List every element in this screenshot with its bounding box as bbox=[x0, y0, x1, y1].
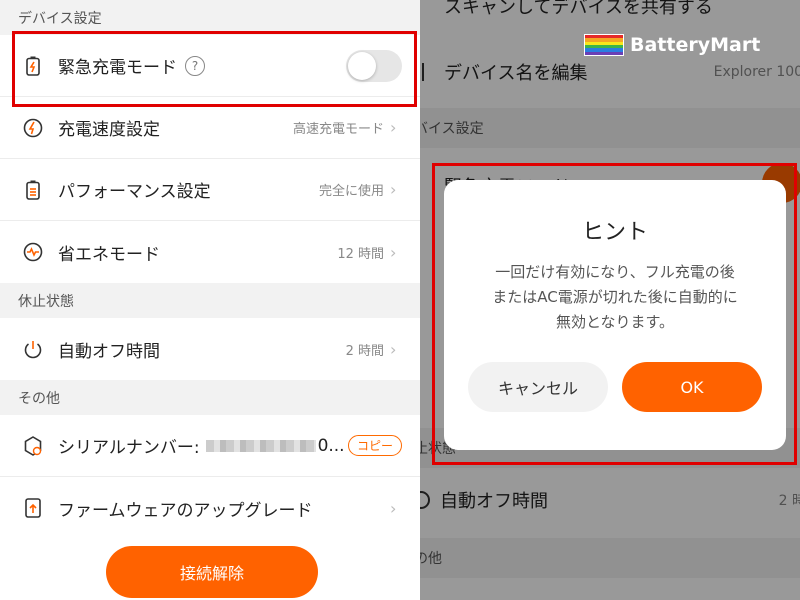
eco-mode-label: 省エネモード bbox=[58, 244, 160, 265]
rainbow-flag-icon bbox=[584, 34, 624, 56]
serial-number-suffix: 0... bbox=[317, 435, 345, 456]
charge-speed-label: 充電速度設定 bbox=[58, 120, 160, 140]
firmware-upgrade-label: ファームウェアのアップグレード bbox=[58, 500, 313, 521]
charge-speed-value: 高速充電モード bbox=[292, 122, 384, 137]
auto-off-value: 2 時間 bbox=[345, 343, 384, 359]
copy-button[interactable]: コピー bbox=[347, 435, 402, 456]
section-header-rest: 休止状態 bbox=[0, 283, 420, 318]
performance-row[interactable]: パフォーマンス設定 完全に使用 › bbox=[0, 159, 420, 221]
serial-number-row: シリアルナンバー: 0... コピー bbox=[0, 415, 420, 477]
settings-panel-right: スキャンしてデバイスを共有する デバイス名を編集 Explorer 1000 デ… bbox=[420, 0, 800, 600]
chevron-right-icon: › bbox=[390, 118, 397, 137]
battery-flash-icon bbox=[22, 55, 44, 77]
chevron-right-icon: › bbox=[390, 339, 397, 359]
battery-level-icon bbox=[22, 179, 44, 201]
serial-number-redacted bbox=[205, 439, 316, 452]
serial-number-label: シリアルナンバー: bbox=[58, 438, 200, 458]
power-icon bbox=[22, 338, 44, 360]
highlight-box-right bbox=[432, 163, 797, 465]
auto-off-label: 自動オフ時間 bbox=[58, 341, 160, 362]
emergency-charge-label: 緊急充電モード bbox=[58, 58, 177, 78]
batterymart-logo: BatteryMart bbox=[584, 34, 760, 56]
chevron-right-icon: › bbox=[390, 180, 397, 199]
logo-text: BatteryMart bbox=[630, 34, 761, 56]
emergency-charge-row: 緊急充電モード ? bbox=[0, 35, 420, 97]
emergency-charge-toggle[interactable] bbox=[346, 49, 402, 82]
chevron-right-icon: › bbox=[390, 498, 397, 518]
eco-mode-row[interactable]: 省エネモード 12 時間 › bbox=[0, 221, 420, 283]
auto-off-row[interactable]: 自動オフ時間 2 時間 › bbox=[0, 318, 420, 380]
chevron-right-icon: › bbox=[390, 242, 397, 262]
eco-wave-icon bbox=[22, 241, 44, 263]
section-header-device: デバイス設定 bbox=[0, 0, 420, 35]
section-header-other: その他 bbox=[0, 380, 420, 415]
disconnect-button[interactable]: 接続解除 bbox=[106, 546, 318, 598]
help-icon[interactable]: ? bbox=[185, 55, 205, 76]
settings-panel-left: デバイス設定 緊急充電モード ? 充電速度設定 高速充電モード › パフォーマン… bbox=[0, 0, 420, 600]
serial-hex-icon bbox=[22, 435, 44, 457]
toggle-knob bbox=[348, 51, 376, 80]
firmware-upgrade-row[interactable]: ファームウェアのアップグレード › bbox=[0, 477, 420, 539]
charge-speed-row[interactable]: 充電速度設定 高速充電モード › bbox=[0, 97, 420, 159]
charge-speed-icon bbox=[22, 117, 44, 139]
upgrade-icon bbox=[22, 497, 44, 519]
performance-value: 完全に使用 bbox=[318, 184, 384, 199]
performance-label: パフォーマンス設定 bbox=[58, 182, 211, 202]
eco-mode-value: 12 時間 bbox=[337, 246, 384, 262]
